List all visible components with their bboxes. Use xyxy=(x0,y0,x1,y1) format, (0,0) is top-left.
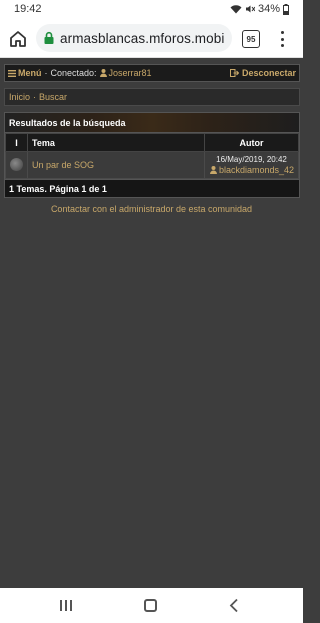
sign-out-icon xyxy=(229,69,239,77)
column-header-topic: Tema xyxy=(27,133,205,152)
status-time: 19:42 xyxy=(14,3,42,15)
hamburger-icon xyxy=(8,69,16,77)
table-header-row: I Tema Autor xyxy=(5,133,299,152)
breadcrumb-separator: · xyxy=(33,92,37,102)
lock-icon xyxy=(44,31,54,44)
forum-topbar: Menú · Conectado: Joserrar81 Desconectar xyxy=(4,64,300,82)
home-nav-icon[interactable] xyxy=(144,599,157,612)
menu-button[interactable]: Menú xyxy=(8,68,42,78)
topic-link[interactable]: Un par de SOG xyxy=(32,160,94,170)
username-link[interactable]: Joserrar81 xyxy=(99,68,152,78)
breadcrumb-current[interactable]: Buscar xyxy=(39,92,67,102)
author-cell: 16/May/2019, 20:42 blackdiamonds_42 xyxy=(204,151,299,179)
column-header-icon: I xyxy=(5,133,28,152)
address-bar[interactable]: armasblancas.mforos.mobi xyxy=(36,24,232,52)
more-menu-icon[interactable] xyxy=(276,29,288,49)
topic-status-icon xyxy=(10,157,23,171)
table-row: Un par de SOG 16/May/2019, 20:42 blackdi… xyxy=(5,151,299,179)
status-bar: 19:42 34% xyxy=(0,0,303,20)
disconnect-button[interactable]: Desconectar xyxy=(229,68,296,78)
forum-page: Menú · Conectado: Joserrar81 Desconectar… xyxy=(0,58,303,588)
mute-icon xyxy=(245,5,255,13)
battery-percent: 34% xyxy=(257,3,280,15)
username-text: Joserrar81 xyxy=(108,68,152,78)
results-table: I Tema Autor Un par de SOG 16/May/2019, … xyxy=(5,133,299,179)
results-title: Resultados de la búsqueda xyxy=(5,113,299,133)
browser-toolbar: armasblancas.mforos.mobi 95 xyxy=(0,20,303,58)
recents-icon[interactable] xyxy=(60,600,72,611)
url-text: armasblancas.mforos.mobi xyxy=(60,30,225,46)
back-icon[interactable] xyxy=(228,598,240,613)
search-results-panel: Resultados de la búsqueda I Tema Autor U… xyxy=(4,112,300,198)
status-icons: 34% xyxy=(230,3,289,15)
author-link[interactable]: blackdiamonds_42 xyxy=(209,165,294,175)
author-name: blackdiamonds_42 xyxy=(218,165,294,175)
topic-icon-cell xyxy=(5,151,28,179)
contact-admin-link[interactable]: Contactar con el administrador de esta c… xyxy=(0,204,303,214)
results-pagination: 1 Temas. Página 1 de 1 xyxy=(5,179,299,197)
tab-switcher-button[interactable]: 95 xyxy=(242,30,260,48)
battery-icon xyxy=(283,3,289,15)
breadcrumb: Inicio · Buscar xyxy=(4,88,300,106)
navigation-bar xyxy=(0,588,303,623)
topic-cell: Un par de SOG xyxy=(27,151,205,179)
menu-label: Menú xyxy=(18,68,42,78)
wifi-icon xyxy=(230,5,242,14)
disconnect-label: Desconectar xyxy=(241,68,296,78)
home-icon[interactable] xyxy=(8,29,28,49)
post-date: 16/May/2019, 20:42 xyxy=(216,155,287,164)
column-header-author: Autor xyxy=(204,133,299,152)
user-icon xyxy=(99,69,107,77)
topbar-separator: · xyxy=(44,68,48,78)
connected-label: Conectado: xyxy=(50,68,97,78)
breadcrumb-home[interactable]: Inicio xyxy=(9,92,30,102)
user-icon xyxy=(209,166,217,174)
